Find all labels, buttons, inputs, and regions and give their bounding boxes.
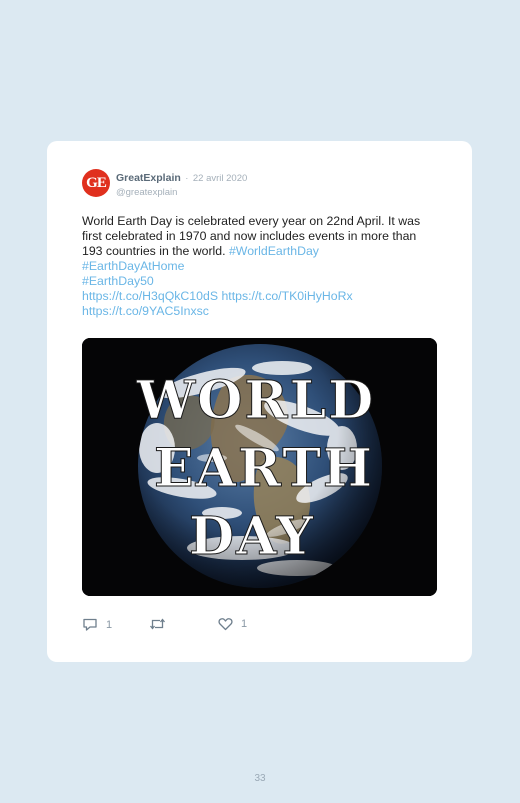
reply-count: 1 xyxy=(106,618,113,631)
author-handle[interactable]: @greatexplain xyxy=(116,186,247,199)
like-button[interactable]: 1 xyxy=(218,617,247,631)
hashtag-earthday50[interactable]: #EarthDay50 xyxy=(82,274,154,288)
tweet-link-3[interactable]: https://t.co/9YAC5Inxsc xyxy=(82,304,209,318)
image-text-world: WORLD xyxy=(136,370,376,431)
retweet-button[interactable] xyxy=(149,617,166,631)
comment-icon xyxy=(83,618,97,631)
tweet-link-1[interactable]: https://t.co/H3qQkC10dS xyxy=(82,289,218,303)
tweet-card: GE GreatExplain · 22 avril 2020 @greatex… xyxy=(47,141,472,662)
author-name[interactable]: GreatExplain xyxy=(116,172,181,184)
tweet-text: World Earth Day is celebrated every year… xyxy=(82,214,440,319)
tweet-image[interactable]: WORLD EARTH DAY xyxy=(82,338,437,596)
author-block: GreatExplain · 22 avril 2020 @greatexpla… xyxy=(116,170,247,199)
page-number: 33 xyxy=(254,773,266,784)
avatar-logo-text: GE xyxy=(86,174,107,191)
hashtag-worldearthday[interactable]: #WorldEarthDay xyxy=(229,244,319,258)
avatar[interactable]: GE xyxy=(82,169,110,197)
hashtag-earthdayathome[interactable]: #EarthDayAtHome xyxy=(82,259,185,273)
heart-icon xyxy=(218,618,233,631)
reply-button[interactable]: 1 xyxy=(82,617,112,632)
image-text-earth: EARTH xyxy=(154,438,374,499)
like-count: 1 xyxy=(241,618,248,630)
separator: · xyxy=(185,173,189,184)
earth-image: WORLD EARTH DAY xyxy=(82,338,437,596)
retweet-icon xyxy=(149,618,166,630)
image-text-day: DAY xyxy=(189,506,315,567)
tweet-date[interactable]: 22 avril 2020 xyxy=(193,173,247,184)
tweet-link-2[interactable]: https://t.co/TK0iHyHoRx xyxy=(221,289,352,303)
